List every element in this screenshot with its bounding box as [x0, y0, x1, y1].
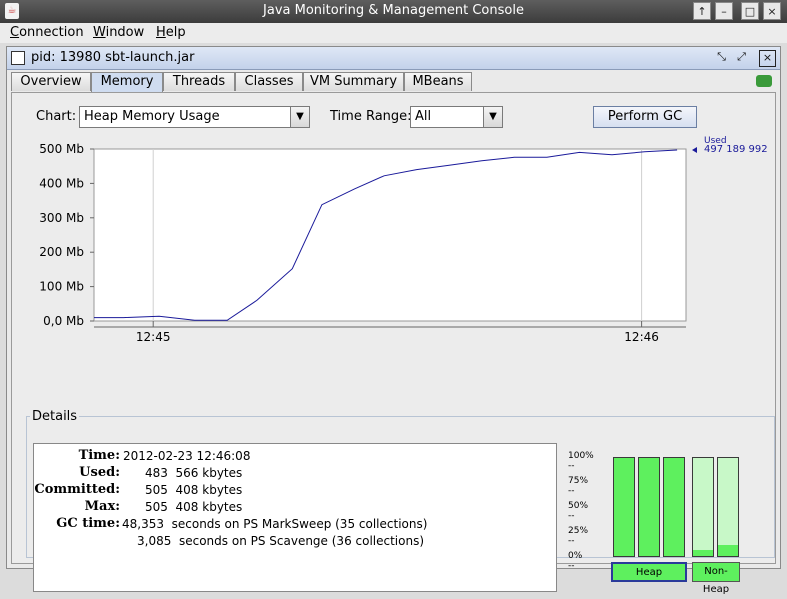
- pool-axis-label: 75% --: [568, 476, 589, 496]
- nonheap-pool-bar-fill: [693, 550, 713, 556]
- y-tick-label: 400 Mb: [39, 176, 84, 190]
- details-key: Max:: [84, 499, 120, 514]
- chart-label: Chart:: [36, 109, 77, 124]
- heap-pool-bar-fill: [614, 458, 634, 556]
- window-title: Java Monitoring & Management Console: [263, 3, 524, 18]
- window-titlebar: ☕ Java Monitoring & Management Console ↑…: [0, 0, 787, 23]
- chart-select[interactable]: Heap Memory Usage ▼: [79, 106, 310, 128]
- menu-help[interactable]: Help: [156, 25, 186, 40]
- heap-pool-bar[interactable]: [663, 457, 685, 557]
- details-value: 505 408 kbytes: [145, 500, 243, 514]
- frame-close-icon[interactable]: ×: [759, 50, 776, 67]
- x-tick-label: 12:46: [624, 330, 659, 344]
- chevron-down-icon[interactable]: ▼: [290, 107, 309, 127]
- window-up-arrow-icon[interactable]: ↑: [693, 2, 711, 20]
- used-legend-marker: [692, 147, 697, 154]
- y-tick-label: 100 Mb: [39, 280, 84, 294]
- nonheap-button[interactable]: Non-Heap: [692, 562, 740, 595]
- details-key: Used:: [79, 465, 120, 480]
- nonheap-pool-bar-fill: [718, 545, 738, 556]
- time-range-select[interactable]: All ▼: [410, 106, 503, 128]
- details-key: Time:: [78, 448, 120, 463]
- nonheap-pool-bar[interactable]: [717, 457, 739, 557]
- window-minimize-button[interactable]: –: [715, 2, 733, 20]
- heap-memory-chart: 0,0 Mb 100 Mb 200 Mb 300 Mb 400 Mb 500 Mb 12:4…: [39, 136, 768, 344]
- details-value: 505 408 kbytes: [145, 483, 243, 497]
- pool-axis-label: 0% --: [568, 551, 583, 571]
- details-value: 48,353 seconds on PS MarkSweep (35 colle…: [122, 517, 428, 531]
- process-title: pid: 13980 sbt-launch.jar: [31, 50, 195, 65]
- tab-threads[interactable]: Threads: [163, 72, 235, 91]
- details-box: Time: 2012-02-23 12:46:08 Used: 483 566 kby…: [33, 443, 557, 592]
- perform-gc-button[interactable]: Perform GC: [593, 106, 697, 128]
- connection-status-icon: [756, 75, 772, 87]
- details-title: Details: [30, 409, 80, 424]
- y-tick-label: 300 Mb: [39, 211, 84, 225]
- tab-vm-summary[interactable]: VM Summary: [303, 72, 404, 91]
- y-tick-label: 0,0 Mb: [43, 314, 84, 328]
- menu-bar: Connection Window Help: [0, 23, 787, 43]
- window-close-button[interactable]: ×: [763, 2, 781, 20]
- pool-axis-label: 100% --: [568, 451, 594, 471]
- x-tick-label: 12:45: [136, 330, 171, 344]
- frame-window-icon: [11, 51, 25, 65]
- frame-maximize-icon[interactable]: ⤢: [734, 50, 749, 65]
- process-internal-frame: pid: 13980 sbt-launch.jar ⤡ ⤢ × Overview…: [6, 46, 781, 595]
- heap-pool-bar-fill: [639, 458, 659, 556]
- details-value: 483 566 kbytes: [145, 466, 243, 480]
- details-key: GC time:: [56, 516, 120, 531]
- window-maximize-button[interactable]: □: [741, 2, 759, 20]
- frame-iconify-icon[interactable]: ⤡: [714, 50, 729, 65]
- heap-pool-bar[interactable]: [613, 457, 635, 557]
- y-tick-label: 500 Mb: [39, 142, 84, 156]
- menu-connection[interactable]: Connection: [10, 25, 84, 40]
- chevron-down-icon[interactable]: ▼: [483, 107, 502, 127]
- details-value: 2012-02-23 12:46:08: [123, 449, 251, 463]
- tab-classes[interactable]: Classes: [235, 72, 303, 91]
- heap-button[interactable]: Heap: [611, 562, 687, 582]
- details-value: 3,085 seconds on PS Scavenge (36 collect…: [137, 534, 425, 548]
- details-key: Committed:: [34, 482, 120, 497]
- y-tick-label: 200 Mb: [39, 245, 84, 259]
- legend-series-value: 497 189 992: [704, 144, 768, 155]
- time-range-label: Time Range:: [330, 109, 412, 124]
- heap-pool-bar[interactable]: [638, 457, 660, 557]
- heap-pool-bar-fill: [664, 458, 684, 556]
- tab-memory[interactable]: Memory: [91, 72, 163, 92]
- tab-overview[interactable]: Overview: [11, 72, 91, 91]
- memory-tab-panel: Chart: Heap Memory Usage ▼ Time Range: A…: [11, 92, 776, 595]
- tab-mbeans[interactable]: MBeans: [404, 72, 472, 91]
- nonheap-pool-bar[interactable]: [692, 457, 714, 557]
- menu-window[interactable]: Window: [93, 25, 144, 40]
- process-titlebar: pid: 13980 sbt-launch.jar ⤡ ⤢ ×: [7, 47, 780, 70]
- time-range-value: All: [415, 109, 432, 124]
- chart-select-value: Heap Memory Usage: [84, 109, 220, 124]
- pool-axis-label: 50% --: [568, 501, 589, 521]
- pool-axis-label: 25% --: [568, 526, 589, 546]
